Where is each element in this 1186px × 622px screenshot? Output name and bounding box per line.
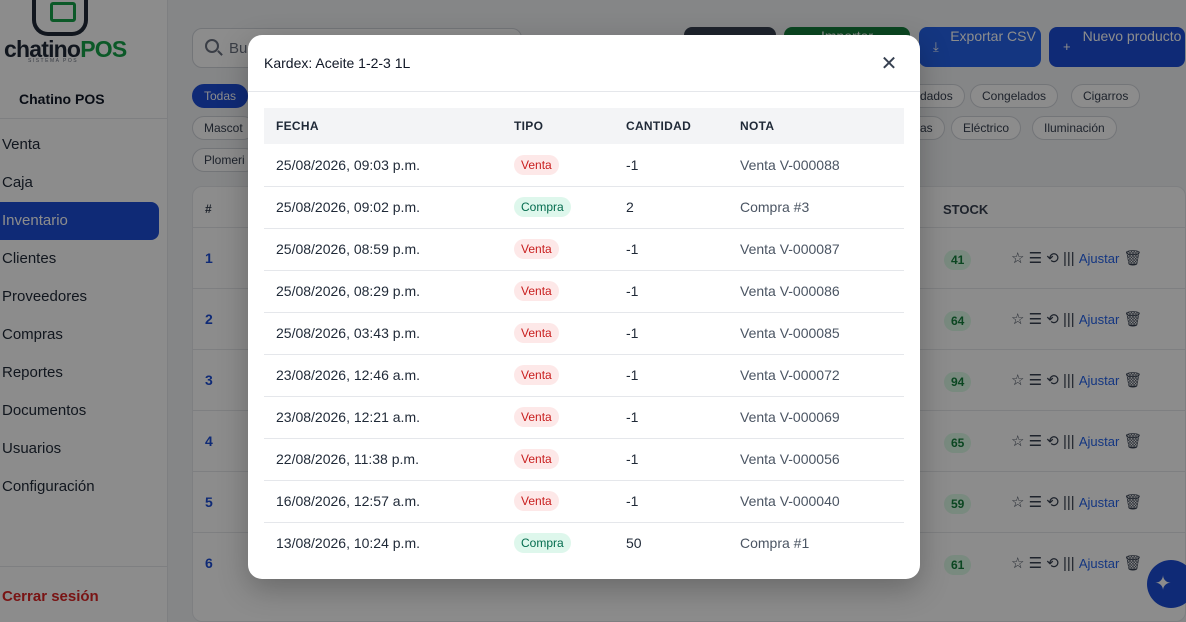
cell-fecha: 25/08/2026, 03:43 p.m. xyxy=(264,312,502,355)
cell-fecha: 25/08/2026, 09:03 p.m. xyxy=(264,144,502,187)
cell-fecha: 13/08/2026, 10:24 p.m. xyxy=(276,535,420,552)
cell-cantidad: -1 xyxy=(614,354,728,397)
cell-cantidad: -1 xyxy=(614,270,728,313)
cell-nota: Venta V-000069 xyxy=(728,396,904,439)
cell-cantidad: 2 xyxy=(614,186,728,229)
type-badge-venta: Venta xyxy=(514,154,559,175)
column-header-nota: NOTA xyxy=(728,108,904,144)
cell-nota: Venta V-000085 xyxy=(728,312,904,355)
cell-cantidad: -1 xyxy=(614,144,728,187)
table-row: 13/08/2026, 10:24 p.m. Compra 50 Compra … xyxy=(264,522,904,564)
close-icon[interactable]: ✕ xyxy=(878,53,900,75)
cell-nota: Venta V-000087 xyxy=(728,228,904,271)
cell-fecha: 23/08/2026, 12:46 a.m. xyxy=(264,354,502,397)
type-badge-venta: Venta xyxy=(514,239,559,259)
type-badge-compra: Compra xyxy=(514,197,571,217)
table-row: 23/08/2026, 12:46 a.m. Venta -1 Venta V-… xyxy=(264,354,904,397)
cell-cantidad: -1 xyxy=(614,396,728,439)
table-header-row: FECHA TIPO CANTIDAD NOTA xyxy=(264,108,904,144)
table-row: 22/08/2026, 11:38 p.m. Venta -1 Venta V-… xyxy=(264,438,904,481)
column-header-tipo: TIPO xyxy=(502,108,614,144)
type-badge-venta: Venta xyxy=(514,365,559,385)
type-badge-compra: Compra xyxy=(514,533,571,554)
modal-title: Kardex: Aceite 1-2-3 1L xyxy=(264,55,411,71)
cell-nota: Compra #1 xyxy=(740,535,810,552)
cell-fecha: 23/08/2026, 12:21 a.m. xyxy=(264,396,502,439)
cell-fecha: 25/08/2026, 08:29 p.m. xyxy=(264,270,502,313)
kardex-modal: Kardex: Aceite 1-2-3 1L ✕ FECHA TIPO CAN… xyxy=(248,35,920,579)
cell-fecha: 25/08/2026, 09:02 p.m. xyxy=(264,186,502,229)
cell-cantidad: 50 xyxy=(626,535,642,552)
cell-nota: Venta V-000040 xyxy=(728,480,904,523)
type-badge-venta: Venta xyxy=(514,449,559,469)
cell-fecha: 25/08/2026, 08:59 p.m. xyxy=(264,228,502,271)
cell-cantidad: -1 xyxy=(614,438,728,481)
cell-nota: Venta V-000088 xyxy=(728,144,904,187)
table-row: 16/08/2026, 12:57 a.m. Venta -1 Venta V-… xyxy=(264,480,904,523)
cell-fecha: 16/08/2026, 12:57 a.m. xyxy=(264,480,502,523)
type-badge-venta: Venta xyxy=(514,491,559,511)
table-row: 25/08/2026, 08:59 p.m. Venta -1 Venta V-… xyxy=(264,228,904,271)
cell-nota: Venta V-000072 xyxy=(728,354,904,397)
modal-header: Kardex: Aceite 1-2-3 1L ✕ xyxy=(248,35,920,92)
column-header-cantidad: CANTIDAD xyxy=(614,108,728,144)
type-badge-venta: Venta xyxy=(514,323,559,343)
cell-cantidad: -1 xyxy=(614,228,728,271)
table-row: 25/08/2026, 09:02 p.m. Compra 2 Compra #… xyxy=(264,186,904,229)
cell-cantidad: -1 xyxy=(614,480,728,523)
cell-nota: Compra #3 xyxy=(728,186,904,229)
cell-nota: Venta V-000086 xyxy=(728,270,904,313)
table-row: 25/08/2026, 09:03 p.m. Venta -1 Venta V-… xyxy=(264,144,904,187)
kardex-table: FECHA TIPO CANTIDAD NOTA 25/08/2026, 09:… xyxy=(264,108,904,564)
cell-cantidad: -1 xyxy=(614,312,728,355)
cell-nota: Venta V-000056 xyxy=(728,438,904,481)
table-row: 25/08/2026, 03:43 p.m. Venta -1 Venta V-… xyxy=(264,312,904,355)
column-header-fecha: FECHA xyxy=(264,108,502,144)
table-row: 23/08/2026, 12:21 a.m. Venta -1 Venta V-… xyxy=(264,396,904,439)
type-badge-venta: Venta xyxy=(514,407,559,427)
type-badge-venta: Venta xyxy=(514,281,559,301)
cell-fecha: 22/08/2026, 11:38 p.m. xyxy=(264,438,502,481)
table-row: 25/08/2026, 08:29 p.m. Venta -1 Venta V-… xyxy=(264,270,904,313)
